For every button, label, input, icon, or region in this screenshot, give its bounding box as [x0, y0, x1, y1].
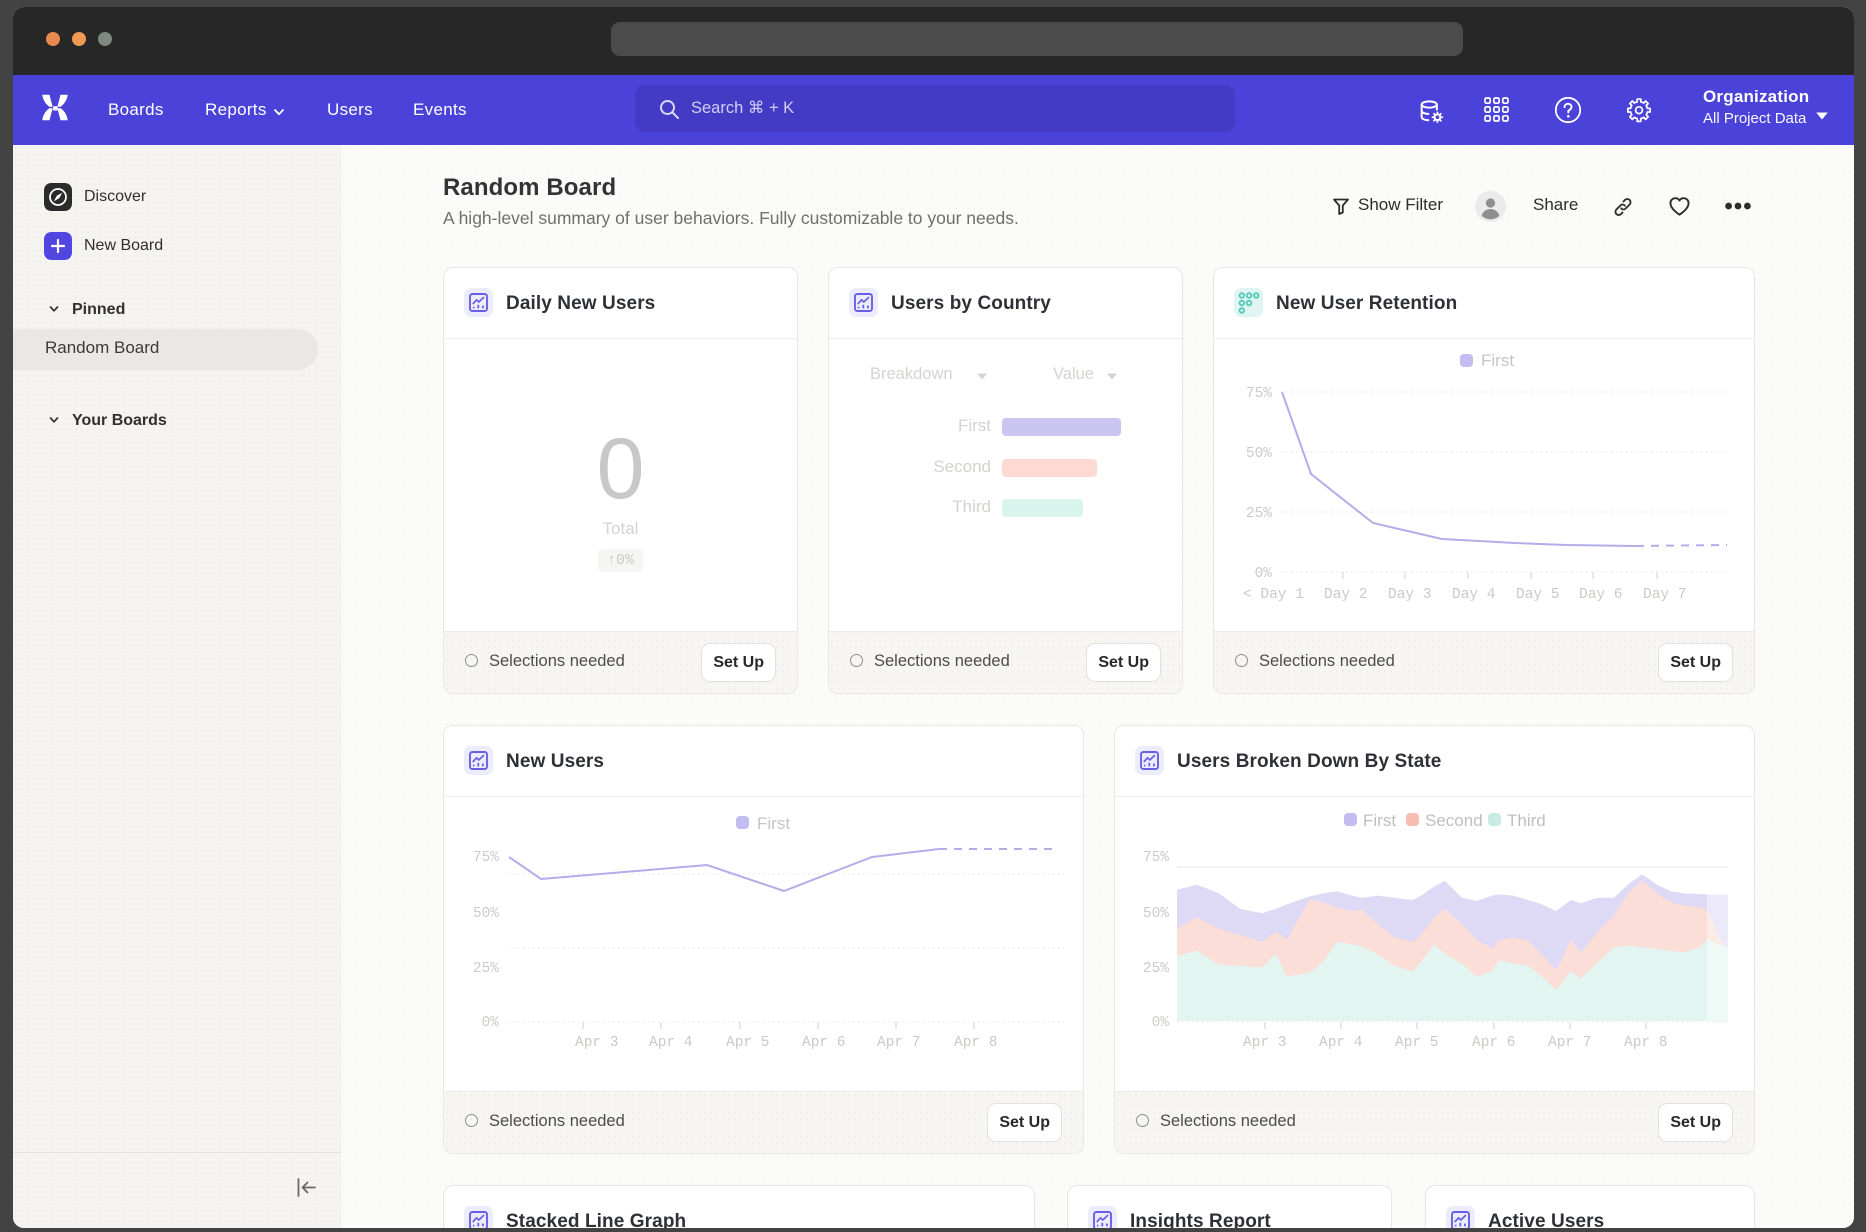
svg-text:First: First — [757, 814, 790, 833]
svg-text:50%: 50% — [1246, 446, 1272, 462]
svg-text:Apr 3: Apr 3 — [575, 1035, 619, 1051]
svg-text:25%: 25% — [1246, 506, 1272, 522]
svg-text:Apr 7: Apr 7 — [1548, 1035, 1592, 1051]
svg-text:Apr 8: Apr 8 — [954, 1035, 998, 1051]
svg-text:25%: 25% — [473, 961, 499, 977]
svg-text:First: First — [1481, 351, 1514, 370]
svg-text:Apr 5: Apr 5 — [726, 1035, 770, 1051]
svg-text:25%: 25% — [1143, 961, 1169, 977]
svg-text:75%: 75% — [473, 850, 499, 866]
svg-text:Day 3: Day 3 — [1388, 587, 1432, 603]
svg-text:Apr 5: Apr 5 — [1395, 1035, 1439, 1051]
svg-text:Third: Third — [1507, 811, 1546, 830]
svg-text:First: First — [1363, 811, 1396, 830]
svg-text:50%: 50% — [1143, 906, 1169, 922]
svg-text:Day 2: Day 2 — [1324, 587, 1368, 603]
svg-text:< Day 1: < Day 1 — [1243, 587, 1304, 603]
svg-text:0%: 0% — [1255, 566, 1273, 582]
svg-text:Apr 8: Apr 8 — [1624, 1035, 1668, 1051]
svg-text:Apr 3: Apr 3 — [1243, 1035, 1287, 1051]
svg-text:Apr 4: Apr 4 — [1319, 1035, 1363, 1051]
svg-text:Apr 7: Apr 7 — [877, 1035, 921, 1051]
svg-text:75%: 75% — [1143, 850, 1169, 866]
svg-text:Apr 6: Apr 6 — [1472, 1035, 1516, 1051]
svg-text:Day 4: Day 4 — [1452, 587, 1496, 603]
svg-text:0%: 0% — [482, 1015, 500, 1031]
svg-text:Apr 4: Apr 4 — [649, 1035, 693, 1051]
svg-text:Day 7: Day 7 — [1643, 587, 1687, 603]
svg-text:50%: 50% — [473, 906, 499, 922]
svg-text:0%: 0% — [1152, 1015, 1170, 1031]
svg-text:75%: 75% — [1246, 386, 1272, 402]
svg-text:Day 6: Day 6 — [1579, 587, 1623, 603]
svg-text:Second: Second — [1425, 811, 1483, 830]
svg-text:Day 5: Day 5 — [1516, 587, 1560, 603]
svg-text:Apr 6: Apr 6 — [802, 1035, 846, 1051]
